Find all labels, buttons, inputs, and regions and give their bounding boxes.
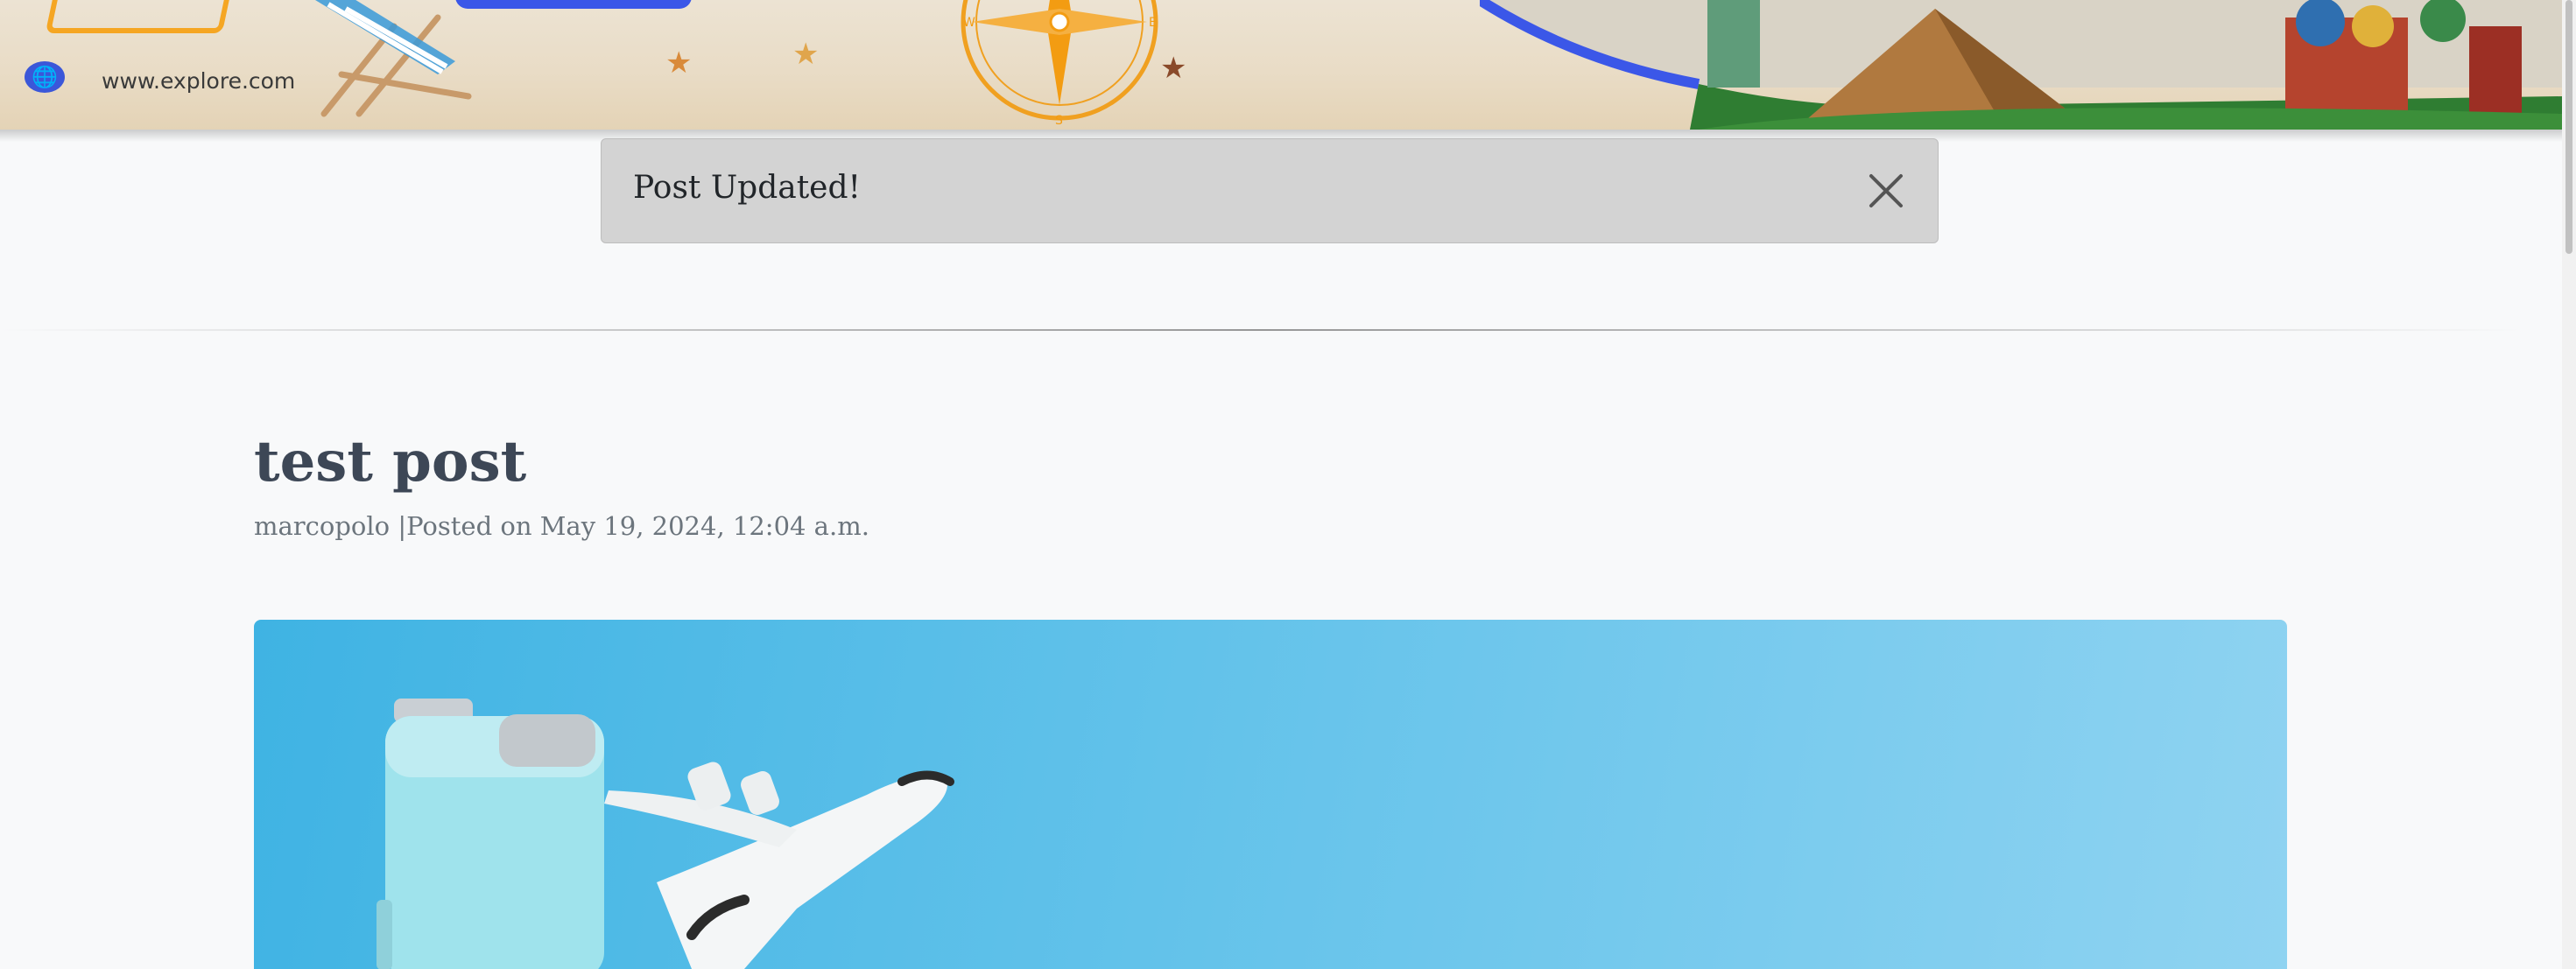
sun-decoration <box>45 0 237 33</box>
landmarks-illustration <box>1480 0 2562 130</box>
header-banner: ★ ★ ★ S W E 🌐 www.explore.com <box>0 0 2562 130</box>
post-meta: marcopolo |Posted on May 19, 2024, 12:04… <box>254 511 869 541</box>
banner-button[interactable] <box>455 0 692 9</box>
page-scrollbar[interactable] <box>2562 0 2576 969</box>
globe-icon: 🌐 <box>25 61 65 93</box>
beach-chair-icon <box>315 0 472 117</box>
alert-message: Post Updated! <box>633 170 861 206</box>
svg-text:E: E <box>1149 16 1157 30</box>
scrollbar-thumb[interactable] <box>2565 0 2572 254</box>
starfish-icon: ★ <box>665 46 693 81</box>
post-title: test post <box>254 429 527 495</box>
site-url[interactable]: www.explore.com <box>102 68 295 94</box>
close-icon[interactable] <box>1866 171 1906 211</box>
post-image <box>254 620 2287 969</box>
section-divider <box>0 329 2522 331</box>
svg-text:W: W <box>963 16 975 30</box>
svg-text:S: S <box>1055 114 1063 128</box>
compass-icon: S W E <box>961 0 1158 128</box>
starfish-icon: ★ <box>792 37 820 72</box>
suitcase-airplane-illustration <box>377 699 954 969</box>
success-alert: Post Updated! <box>601 138 1939 243</box>
